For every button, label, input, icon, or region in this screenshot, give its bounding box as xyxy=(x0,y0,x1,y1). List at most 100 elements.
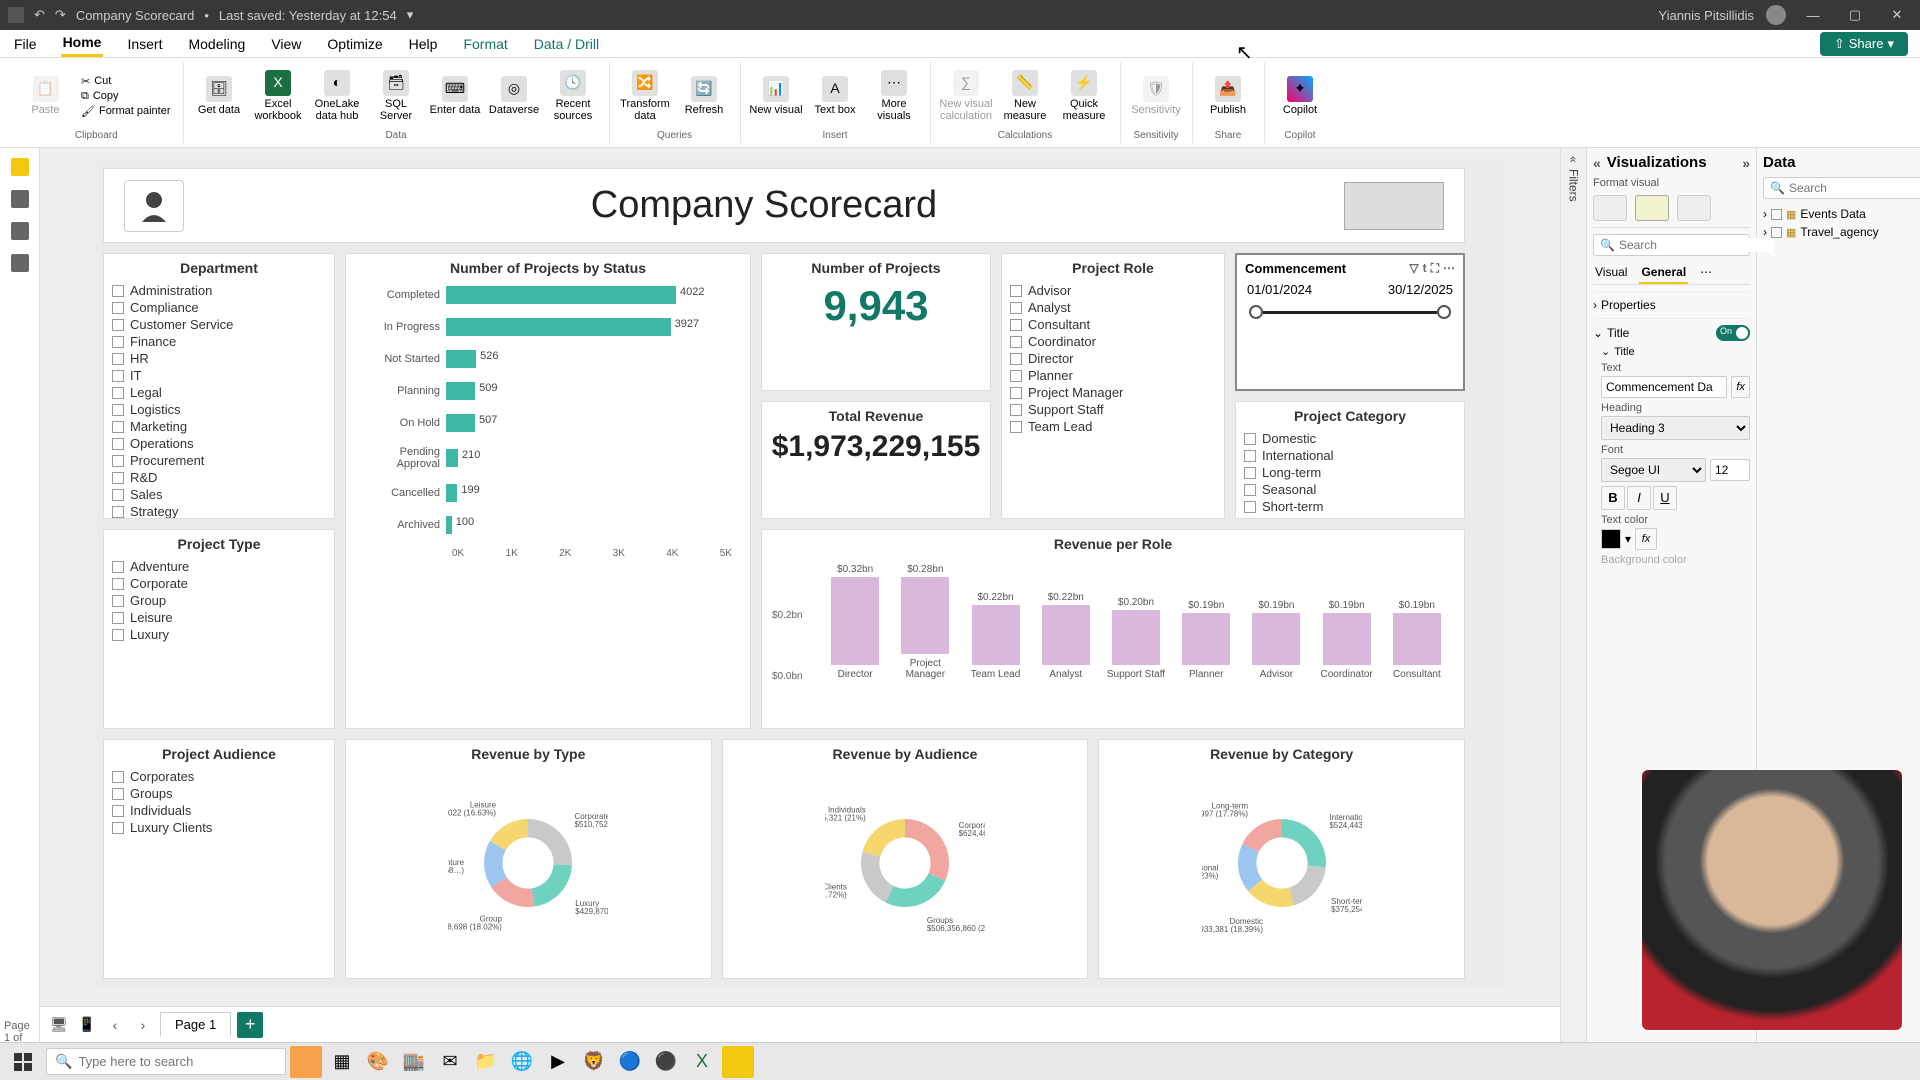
title-section[interactable]: ⌄ Title On xyxy=(1593,325,1750,341)
tab-visual[interactable]: Visual xyxy=(1593,262,1629,284)
slicer-item[interactable]: Advisor xyxy=(1010,282,1216,299)
menu-datadrill[interactable]: Data / Drill xyxy=(532,32,601,56)
slicer-item[interactable]: Domestic xyxy=(1244,430,1456,447)
text-box-button[interactable]: AText box xyxy=(808,76,863,116)
slicer-item[interactable]: Adventure xyxy=(112,558,326,575)
slicer-item[interactable]: Strategy xyxy=(112,503,326,519)
tab-general[interactable]: General xyxy=(1639,262,1688,284)
heading-select[interactable]: Heading 3 xyxy=(1601,416,1750,440)
menu-optimize[interactable]: Optimize xyxy=(325,32,384,56)
slicer-item[interactable]: Groups xyxy=(112,785,326,802)
model-view-icon[interactable] xyxy=(11,222,29,240)
copilot-button[interactable]: ✦Copilot xyxy=(1273,76,1328,116)
transform-button[interactable]: 🔀Transform data xyxy=(618,70,673,122)
taskbar-app[interactable]: ▦ xyxy=(326,1046,358,1078)
slicer-item[interactable]: Project Manager xyxy=(1010,384,1216,401)
undo-icon[interactable]: ↶ xyxy=(34,7,45,23)
analytics-icon[interactable] xyxy=(1677,195,1711,221)
redo-icon[interactable]: ↷ xyxy=(55,7,66,23)
taskbar-search[interactable]: 🔍 xyxy=(46,1048,286,1075)
slicer-item[interactable]: Leisure xyxy=(112,609,326,626)
menu-help[interactable]: Help xyxy=(407,32,440,56)
more-visuals-button[interactable]: ⋯More visuals xyxy=(867,70,922,122)
add-page-button[interactable]: + xyxy=(237,1012,263,1038)
donut-type[interactable]: Revenue by Type Corporate$510,752,542 (2… xyxy=(345,739,712,979)
taskbar-powerbi[interactable] xyxy=(722,1046,754,1078)
underline-button[interactable]: U xyxy=(1653,486,1677,510)
slider-handle-left[interactable] xyxy=(1249,305,1263,319)
sql-button[interactable]: 🗃SQL Server xyxy=(369,70,424,122)
prev-page-icon[interactable]: ‹ xyxy=(104,1014,126,1036)
report-view-icon[interactable] xyxy=(11,158,29,176)
recent-sources-button[interactable]: 🕓Recent sources xyxy=(546,70,601,122)
slicer-item[interactable]: Corporate xyxy=(112,575,326,592)
donut-audience[interactable]: Revenue by Audience Corporates$624,460,0… xyxy=(722,739,1089,979)
more-icon[interactable]: ⋯ xyxy=(1443,261,1455,276)
slicer-item[interactable]: Planner xyxy=(1010,367,1216,384)
properties-section[interactable]: › Properties xyxy=(1593,298,1750,312)
start-button[interactable] xyxy=(4,1046,42,1078)
table-events[interactable]: › ▦Events Data xyxy=(1763,205,1920,223)
menu-file[interactable]: File xyxy=(12,32,39,56)
title-toggle[interactable]: On xyxy=(1716,325,1750,341)
slicer-item[interactable]: Team Lead xyxy=(1010,418,1216,435)
kpi-revenue[interactable]: Total Revenue $1,973,229,155 xyxy=(761,401,991,519)
slicer-item[interactable]: Administration xyxy=(112,282,326,299)
slicer-item[interactable]: HR xyxy=(112,350,326,367)
menu-format[interactable]: Format xyxy=(461,32,509,56)
taskbar-app[interactable]: ▶ xyxy=(542,1046,574,1078)
slicer-item[interactable]: Marketing xyxy=(112,418,326,435)
table-travel[interactable]: › ▦Travel_agency xyxy=(1763,223,1920,241)
menu-home[interactable]: Home xyxy=(61,30,104,57)
filters-collapsed[interactable]: « Filters xyxy=(1561,148,1587,1042)
italic-button[interactable]: I xyxy=(1627,486,1651,510)
donut-category[interactable]: Revenue by Category International$524,44… xyxy=(1098,739,1465,979)
tab-more[interactable]: ⋯ xyxy=(1698,262,1714,284)
bold-button[interactable]: B xyxy=(1601,486,1625,510)
slicer-item[interactable]: IT xyxy=(112,367,326,384)
slicer-item[interactable]: Coordinator xyxy=(1010,333,1216,350)
taskbar-app[interactable] xyxy=(290,1046,322,1078)
page-tab-1[interactable]: Page 1 xyxy=(160,1012,231,1037)
font-size-input[interactable] xyxy=(1710,459,1750,481)
date-from[interactable]: 01/01/2024 xyxy=(1247,282,1312,297)
kpi-projects[interactable]: Number of Projects 9,943 xyxy=(761,253,991,391)
project-type-slicer[interactable]: Project Type AdventureCorporateGroupLeis… xyxy=(103,529,335,729)
vis-search[interactable]: 🔍 xyxy=(1593,234,1750,256)
expand-icon[interactable]: » xyxy=(1742,155,1750,171)
audience-slicer[interactable]: Project Audience CorporatesGroupsIndivid… xyxy=(103,739,335,979)
font-select[interactable]: Segoe UI xyxy=(1601,458,1706,482)
chevron-down-icon[interactable]: ▾ xyxy=(1625,532,1631,546)
menu-insert[interactable]: Insert xyxy=(125,32,164,56)
slider-handle-right[interactable] xyxy=(1437,305,1451,319)
slicer-item[interactable]: Corporates xyxy=(112,768,326,785)
slicer-item[interactable]: Compliance xyxy=(112,299,326,316)
slicer-item[interactable]: Individuals xyxy=(112,802,326,819)
slicer-item[interactable]: R&D xyxy=(112,469,326,486)
cut-button[interactable]: ✂ Cut xyxy=(77,74,175,89)
slicer-item[interactable]: Director xyxy=(1010,350,1216,367)
slicer-item[interactable]: Procurement xyxy=(112,452,326,469)
new-visual-button[interactable]: 📊New visual xyxy=(749,76,804,116)
slicer-item[interactable]: International xyxy=(1244,447,1456,464)
quick-measure-button[interactable]: ⚡Quick measure xyxy=(1057,70,1112,122)
dataverse-button[interactable]: ◎Dataverse xyxy=(487,76,542,116)
menu-view[interactable]: View xyxy=(269,32,303,56)
taskbar-app[interactable]: 🦁 xyxy=(578,1046,610,1078)
slicer-item[interactable]: Analyst xyxy=(1010,299,1216,316)
slicer-item[interactable]: Short-term xyxy=(1244,498,1456,515)
fx-button[interactable]: fx xyxy=(1635,528,1657,550)
department-slicer[interactable]: Department AdministrationComplianceCusto… xyxy=(103,253,335,519)
avatar[interactable] xyxy=(1766,5,1786,25)
date-slider[interactable] xyxy=(1249,303,1451,321)
minimize-button[interactable]: — xyxy=(1798,8,1828,23)
mobile-view-icon[interactable]: 📱 xyxy=(76,1014,98,1036)
format-visual-icon[interactable] xyxy=(1635,195,1669,221)
slicer-item[interactable]: Luxury Clients xyxy=(112,819,326,836)
taskbar-app[interactable]: ✉ xyxy=(434,1046,466,1078)
desktop-view-icon[interactable]: 🖥 xyxy=(48,1014,70,1036)
status-chart[interactable]: Number of Projects by Status Completed40… xyxy=(345,253,751,729)
enter-data-button[interactable]: ⌨Enter data xyxy=(428,76,483,116)
date-to[interactable]: 30/12/2025 xyxy=(1388,282,1453,297)
table-view-icon[interactable] xyxy=(11,190,29,208)
